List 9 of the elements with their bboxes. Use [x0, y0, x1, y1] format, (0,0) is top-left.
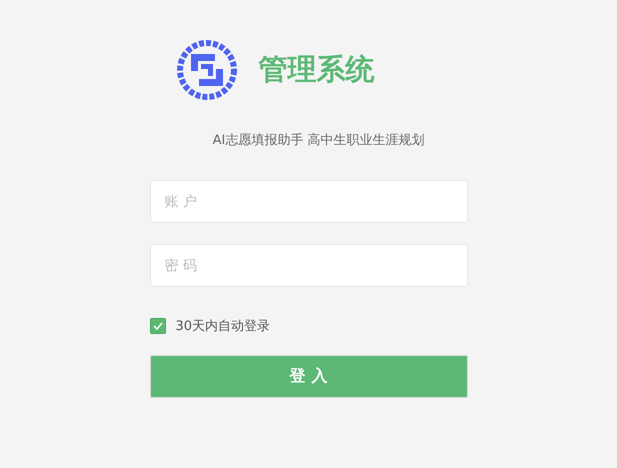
app-title: 管理系统: [258, 51, 374, 88]
login-button[interactable]: 登 入: [150, 355, 468, 398]
subtitle: AI志愿填报助手 高中生职业生涯规划: [212, 132, 424, 149]
password-field[interactable]: 密 码: [150, 244, 468, 287]
check-icon: [152, 320, 164, 332]
logo-icon: [176, 40, 236, 100]
account-field[interactable]: 账 户: [150, 180, 468, 223]
checkbox[interactable]: [150, 318, 166, 334]
remember-label: 30天内自动登录: [176, 318, 270, 335]
